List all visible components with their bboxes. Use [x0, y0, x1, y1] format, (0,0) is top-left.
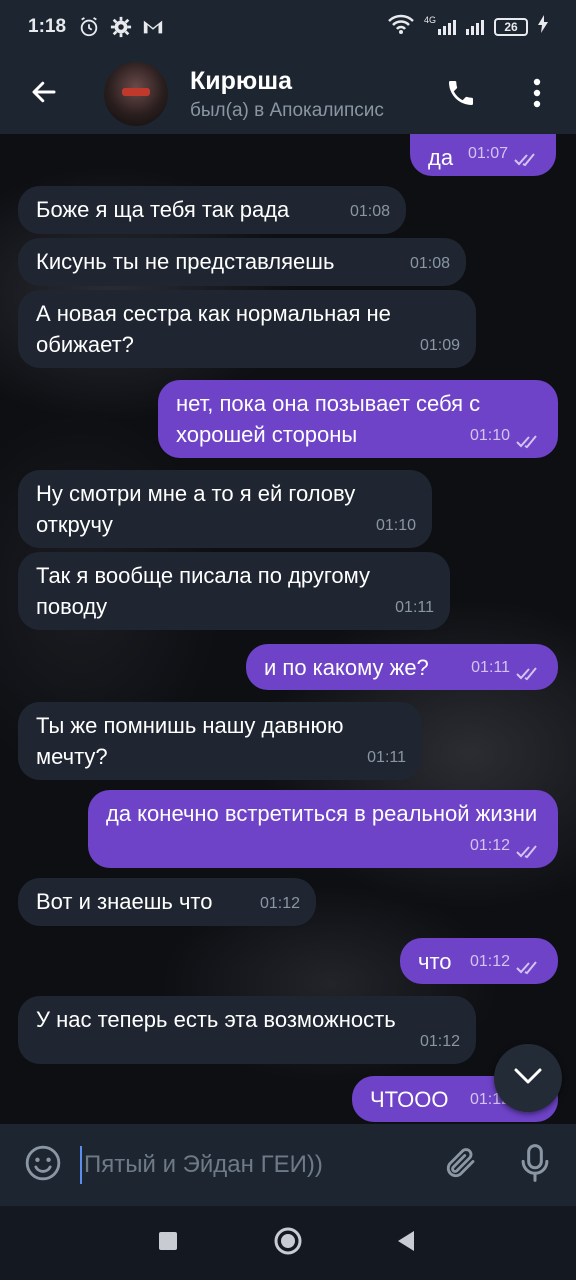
wifi-icon [388, 14, 414, 40]
double-check-icon [514, 147, 540, 166]
message-bubble-incoming[interactable]: Вот и знаешь что 01:12 [18, 878, 316, 926]
message-time: 01:12 [419, 1033, 460, 1050]
double-check-icon [516, 955, 542, 974]
message-text: У нас теперь есть эта возможность [36, 1007, 396, 1032]
message-list[interactable]: да 01:07 Боже я ща тебя так рада 01:08 К… [0, 134, 576, 1124]
back-nav-button[interactable] [383, 1220, 429, 1266]
emoji-button[interactable] [20, 1142, 66, 1188]
system-nav-bar [0, 1206, 576, 1280]
more-menu-button[interactable] [514, 70, 560, 120]
back-button[interactable] [0, 54, 88, 134]
contact-info[interactable]: Кирюша был(а) в Апокалипсис [190, 67, 430, 122]
call-button[interactable] [436, 70, 486, 120]
message-time: 01:11 [395, 599, 434, 616]
message-text: Ну смотри мне а то я ей голову откручу [36, 481, 356, 537]
phone-icon [445, 77, 477, 114]
alarm-icon [78, 16, 100, 38]
settings-gear-icon [110, 16, 132, 38]
charging-icon [538, 15, 548, 39]
message-bubble-outgoing[interactable]: и по какому же? 01:11 [246, 644, 558, 690]
chevron-down-icon [513, 1066, 543, 1091]
scroll-to-bottom-button[interactable] [494, 1044, 562, 1112]
recents-button[interactable] [145, 1220, 191, 1266]
gmail-icon [142, 18, 164, 36]
voice-record-button[interactable] [512, 1142, 558, 1188]
home-button[interactable] [265, 1220, 311, 1266]
message-time: 01:12 [259, 895, 300, 912]
message-time: 01:10 [375, 517, 416, 534]
message-bubble-incoming[interactable]: Так я вообще писала по другому поводу 01… [18, 552, 450, 630]
message-bubble-incoming[interactable]: Кисунь ты не представляешь 01:08 [18, 238, 466, 286]
message-time: 01:08 [349, 203, 390, 220]
paperclip-icon [443, 1145, 479, 1186]
message-text: Кисунь ты не представляешь [36, 249, 335, 274]
microphone-icon [519, 1143, 551, 1187]
more-vertical-icon [533, 78, 541, 113]
circle-icon [273, 1226, 303, 1261]
message-bubble-incoming[interactable]: Боже я ща тебя так рада 01:08 [18, 186, 406, 234]
double-check-icon [516, 839, 542, 858]
message-text: да конечно встретиться в реальной жизни [106, 801, 538, 826]
message-bubble-outgoing[interactable]: нет, пока она позывает себя с хорошей ст… [158, 380, 558, 458]
signal-4g-icon: 4G [424, 15, 456, 35]
message-time: 01:11 [367, 749, 406, 766]
message-input[interactable] [80, 1146, 420, 1184]
double-check-icon [516, 661, 542, 680]
triangle-back-icon [396, 1230, 416, 1257]
message-text: Боже я ща тебя так рада [36, 197, 290, 222]
message-bubble-outgoing[interactable]: что 01:12 [400, 938, 558, 984]
battery-indicator: 26 [494, 18, 528, 36]
message-time: 01:09 [419, 337, 460, 354]
status-bar: 1:18 4G 26 [0, 0, 576, 54]
square-icon [158, 1231, 178, 1256]
message-time: 01:12 [469, 837, 510, 854]
message-text: Так я вообще писала по другому поводу [36, 563, 371, 619]
message-time: 01:11 [471, 659, 510, 676]
message-bubble-incoming[interactable]: Ты же помнишь нашу давнюю мечту? 01:11 [18, 702, 422, 780]
arrow-left-icon [29, 77, 59, 112]
message-time: 01:10 [469, 427, 510, 444]
avatar[interactable] [104, 62, 168, 126]
status-time: 1:18 [28, 16, 67, 37]
smiley-icon [24, 1144, 62, 1187]
message-text: Ты же помнишь нашу давнюю мечту? [36, 713, 344, 769]
message-time: 01:12 [469, 953, 510, 970]
message-time: 01:07 [467, 145, 508, 162]
chat-header: Кирюша был(а) в Апокалипсис [0, 54, 576, 134]
signal-icon [466, 19, 484, 35]
message-bubble-outgoing[interactable]: да конечно встретиться в реальной жизни … [88, 790, 558, 868]
double-check-icon [516, 429, 542, 448]
attach-button[interactable] [438, 1142, 484, 1188]
contact-status: был(а) в Апокалипсис [190, 99, 384, 121]
message-bubble-outgoing[interactable]: да 01:07 [410, 134, 556, 176]
message-text: Вот и знаешь что [36, 889, 213, 914]
message-text: А новая сестра как нормальная не обижает… [36, 301, 391, 357]
message-time: 01:08 [409, 255, 450, 272]
network-type-label: 4G [423, 14, 436, 25]
composer-bar [0, 1124, 576, 1206]
contact-name: Кирюша [190, 66, 292, 95]
message-bubble-incoming[interactable]: А новая сестра как нормальная не обижает… [18, 290, 476, 368]
message-bubble-incoming[interactable]: Ну смотри мне а то я ей голову откручу 0… [18, 470, 432, 548]
message-bubble-incoming[interactable]: У нас теперь есть эта возможность 01:12 [18, 996, 476, 1064]
